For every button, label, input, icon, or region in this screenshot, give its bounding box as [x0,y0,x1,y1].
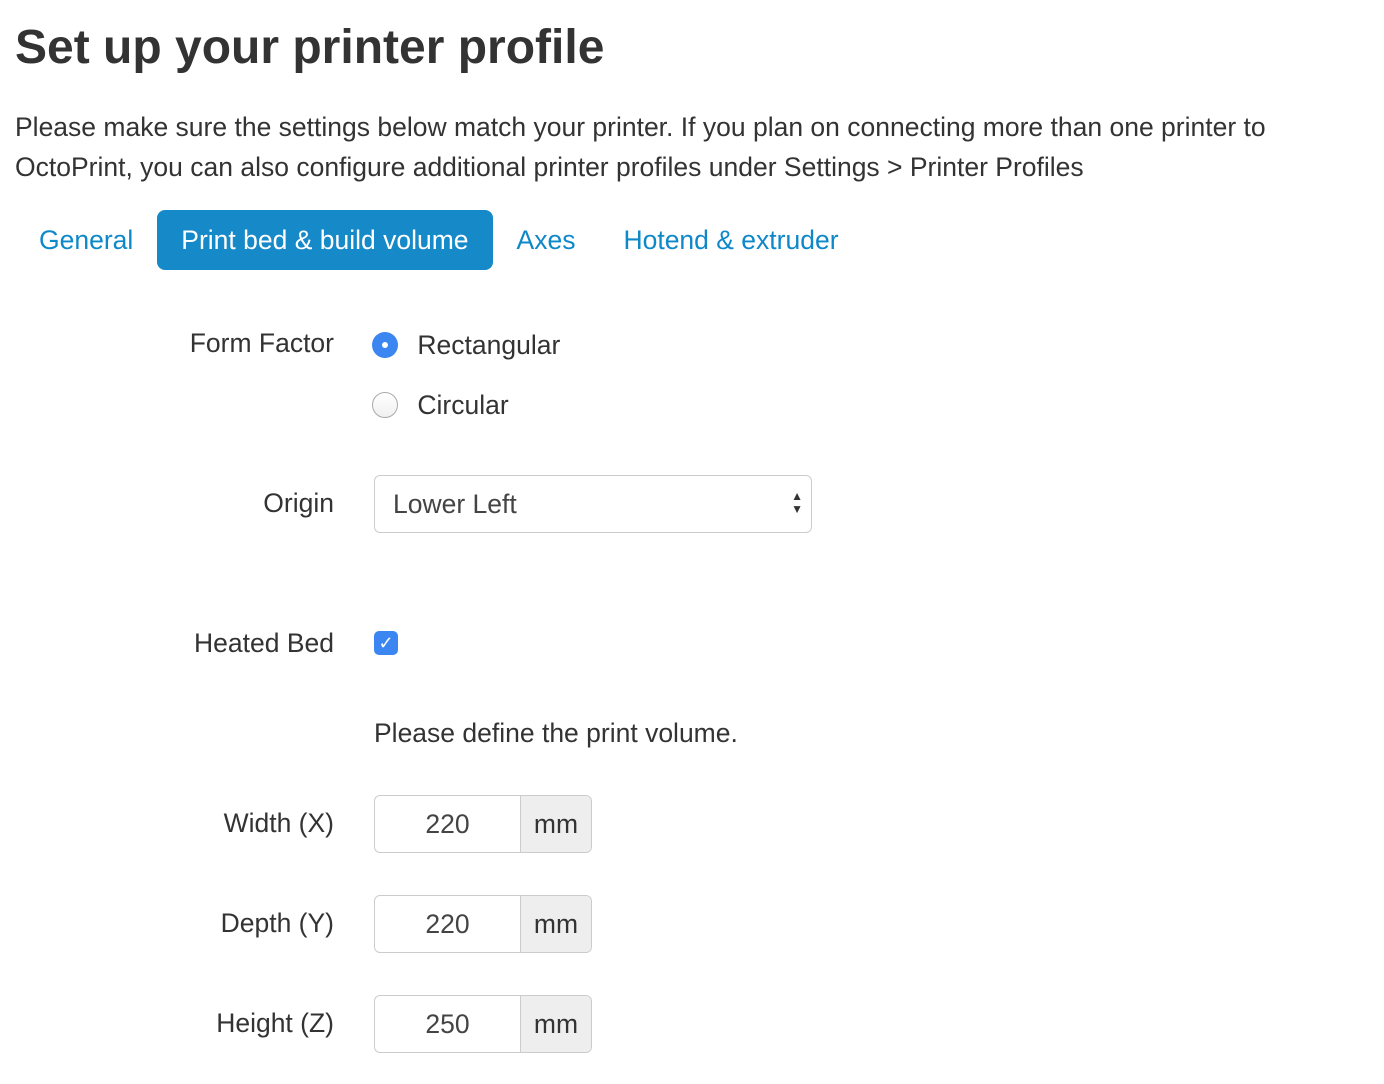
tab-bar: General Print bed & build volume Axes Ho… [15,210,863,270]
form-factor-label: Form Factor [189,328,334,358]
height-label: Height (Z) [216,1008,334,1038]
radio-checked-icon[interactable] [372,332,398,358]
volume-note: Please define the print volume. [374,718,738,748]
depth-input-group: 220 mm [374,895,592,953]
origin-select[interactable]: Lower Left ▲ ▼ [374,475,812,533]
heated-bed-checkbox[interactable]: ✓ [374,631,398,655]
origin-label: Origin [263,488,334,518]
depth-label: Depth (Y) [220,908,334,938]
select-arrows-icon: ▲ ▼ [791,489,803,516]
checkmark-icon: ✓ [378,633,394,653]
radio-circular[interactable]: Circular [372,388,509,421]
depth-input[interactable]: 220 [375,896,521,952]
unit-addon: mm [521,996,591,1052]
origin-value: Lower Left [393,489,517,519]
radio-rectangular[interactable]: Rectangular [372,328,560,361]
tab-general[interactable]: General [15,210,157,270]
tab-axes[interactable]: Axes [493,210,600,270]
height-input[interactable]: 250 [375,996,521,1052]
tab-hotend[interactable]: Hotend & extruder [599,210,862,270]
radio-label: Rectangular [417,329,561,360]
heated-bed-label: Heated Bed [194,628,334,658]
radio-label: Circular [417,389,509,420]
tab-print-bed[interactable]: Print bed & build volume [157,210,493,270]
unit-addon: mm [521,896,591,952]
width-label: Width (X) [223,808,334,838]
page-title: Set up your printer profile [15,21,605,74]
unit-addon: mm [521,796,591,852]
radio-unchecked-icon[interactable] [372,392,398,418]
width-input-group: 220 mm [374,795,592,853]
intro-text: Please make sure the settings below matc… [15,112,1266,182]
width-input[interactable]: 220 [375,796,521,852]
height-input-group: 250 mm [374,995,592,1053]
